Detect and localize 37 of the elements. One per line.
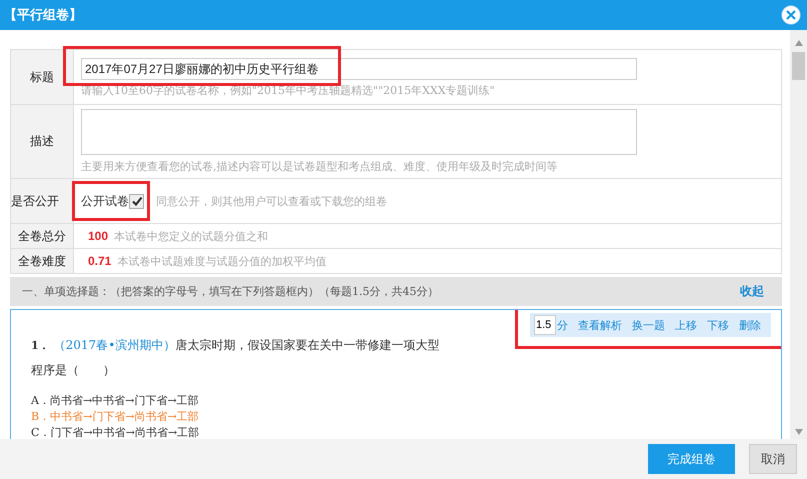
scroll-up-icon[interactable]: [794, 40, 802, 46]
field-hint: 本试卷中试题难度与试题分值的加权平均值: [117, 254, 326, 268]
field-hint: 同意公开，则其他用户可以查看或下载您的组卷: [156, 194, 387, 208]
scrollbar[interactable]: [790, 30, 807, 439]
answer-option[interactable]: A．尚书省→中书省→门下省→工部: [31, 393, 781, 409]
toolbar-link[interactable]: 查看解析: [578, 318, 622, 332]
toolbar-link[interactable]: 换一题: [632, 318, 665, 332]
difficulty-value: 0.71: [88, 254, 112, 268]
collapse-link[interactable]: 收起: [740, 283, 764, 300]
window-title: 【平行组卷】: [4, 7, 82, 24]
description-input[interactable]: [81, 109, 637, 155]
field-label: 全卷总分: [18, 228, 66, 242]
field-label: 标题: [30, 70, 54, 84]
answer-option[interactable]: B．中书省→门下省→尚书省→工部: [31, 409, 781, 425]
score-value: 100: [88, 228, 108, 242]
unit-label: 分: [557, 318, 568, 332]
finish-button[interactable]: 完成组卷: [648, 444, 735, 474]
section-title: 一、单项选择题：（把答案的字母号，填写在下列答题框内）（每题1.5分，共45分）: [22, 284, 438, 299]
field-hint: 主要用来方便查看您的试卷,描述内容可以是试卷题型和考点组成、难度、使用年级及时完成时间等: [81, 159, 558, 174]
title-input[interactable]: 2017年07月27日廖丽娜的初中历史平行组卷: [81, 58, 637, 80]
answer-option[interactable]: C．门下省→中书省→尚书省→工部: [31, 425, 781, 439]
close-icon[interactable]: [781, 5, 801, 25]
scroll-thumb[interactable]: [792, 52, 805, 80]
toolbar-link[interactable]: 下移: [707, 318, 729, 332]
scroll-down-icon[interactable]: [794, 429, 802, 435]
field-hint: 本试卷中您定义的试题分值之和: [114, 230, 268, 242]
field-label: 全卷难度: [18, 254, 66, 268]
cancel-button[interactable]: 取消: [749, 444, 797, 474]
checkbox[interactable]: [129, 194, 144, 208]
field-label: 描述: [30, 134, 54, 148]
field-label: 是否公开: [11, 194, 59, 208]
toolbar-link[interactable]: 删除: [739, 318, 761, 332]
checkbox-label: 公开试卷: [81, 192, 129, 210]
question-text: 1． （2017春•滨州期中）唐太宗时期，假设国家要在关中一带修建一项大型: [31, 337, 440, 354]
toolbar-link[interactable]: 上移: [675, 318, 697, 332]
question-text: 程序是（ ）: [31, 362, 116, 379]
score-input[interactable]: 1.5: [534, 315, 556, 335]
